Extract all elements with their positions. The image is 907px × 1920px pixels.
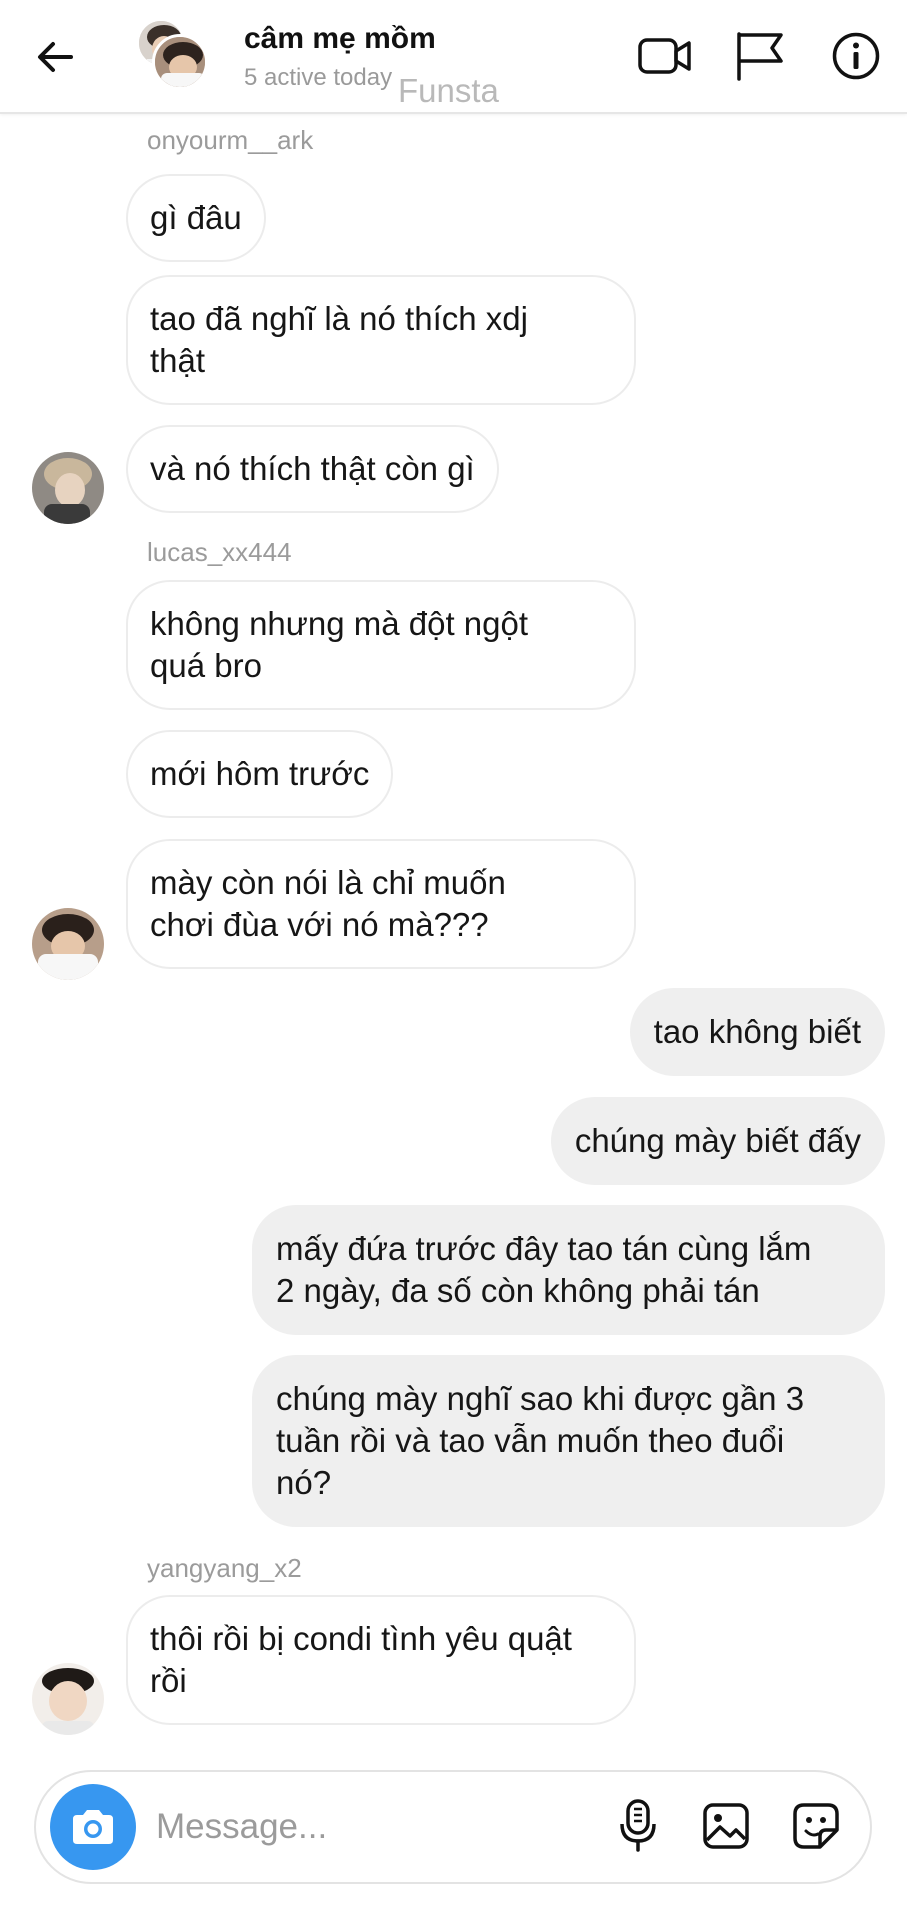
chat-title[interactable]: câm mẹ mồm [244, 22, 436, 56]
camera-icon [73, 1810, 113, 1844]
back-arrow-icon [38, 42, 73, 72]
sender-name: lucas_xx444 [147, 537, 292, 567]
outgoing-message[interactable]: chúng mày nghĩ sao khi được gần 3 tuần r… [252, 1355, 885, 1527]
incoming-message[interactable]: tao đã nghĩ là nó thích xdj thật [126, 275, 636, 405]
outgoing-message[interactable]: mấy đứa trước đây tao tán cùng lắm 2 ngà… [252, 1205, 885, 1335]
incoming-message[interactable]: và nó thích thật còn gì [126, 425, 499, 513]
message-input[interactable] [156, 1800, 596, 1854]
sender-name: onyourm__ark [147, 125, 314, 155]
incoming-message[interactable]: mày còn nói là chỉ muốn chơi đùa với nó … [126, 839, 636, 969]
outgoing-message[interactable]: chúng mày biết đấy [550, 1097, 885, 1185]
sender-name: yangyang_x2 [147, 1553, 302, 1583]
chat-header: câm mẹ mồm 5 active today Funsta [0, 0, 907, 114]
microphone-icon [620, 1799, 656, 1852]
report-button[interactable] [730, 26, 790, 86]
incoming-message[interactable]: thôi rồi bị condi tình yêu quật rồi [126, 1595, 636, 1725]
info-button[interactable] [826, 26, 886, 86]
avatar[interactable] [32, 452, 104, 524]
gallery-button[interactable] [696, 1796, 756, 1856]
sticker-icon [793, 1803, 839, 1849]
sticker-button[interactable] [786, 1796, 846, 1856]
message-composer [34, 1770, 872, 1884]
avatar[interactable] [32, 908, 104, 980]
gallery-icon [703, 1803, 749, 1849]
avatar[interactable] [32, 1663, 104, 1735]
group-avatar-front [152, 34, 208, 90]
active-status: 5 active today [244, 64, 393, 91]
incoming-message[interactable]: gì đâu [126, 174, 266, 262]
camera-button[interactable] [50, 1784, 136, 1870]
incoming-message[interactable]: mới hôm trước [126, 730, 394, 818]
flag-icon [737, 32, 783, 81]
video-call-button[interactable] [635, 26, 695, 86]
info-icon [832, 32, 880, 80]
incoming-message[interactable]: không nhưng mà đột ngột quá bro [126, 580, 636, 710]
group-avatar[interactable] [136, 18, 210, 92]
back-button[interactable] [30, 32, 80, 82]
video-call-icon [638, 38, 691, 74]
watermark-text: Funsta [398, 72, 499, 109]
chat-screen: câm mẹ mồm 5 active today Funsta onyourm… [0, 0, 907, 1920]
voice-message-button[interactable] [608, 1796, 668, 1856]
outgoing-message[interactable]: tao không biết [629, 988, 885, 1076]
